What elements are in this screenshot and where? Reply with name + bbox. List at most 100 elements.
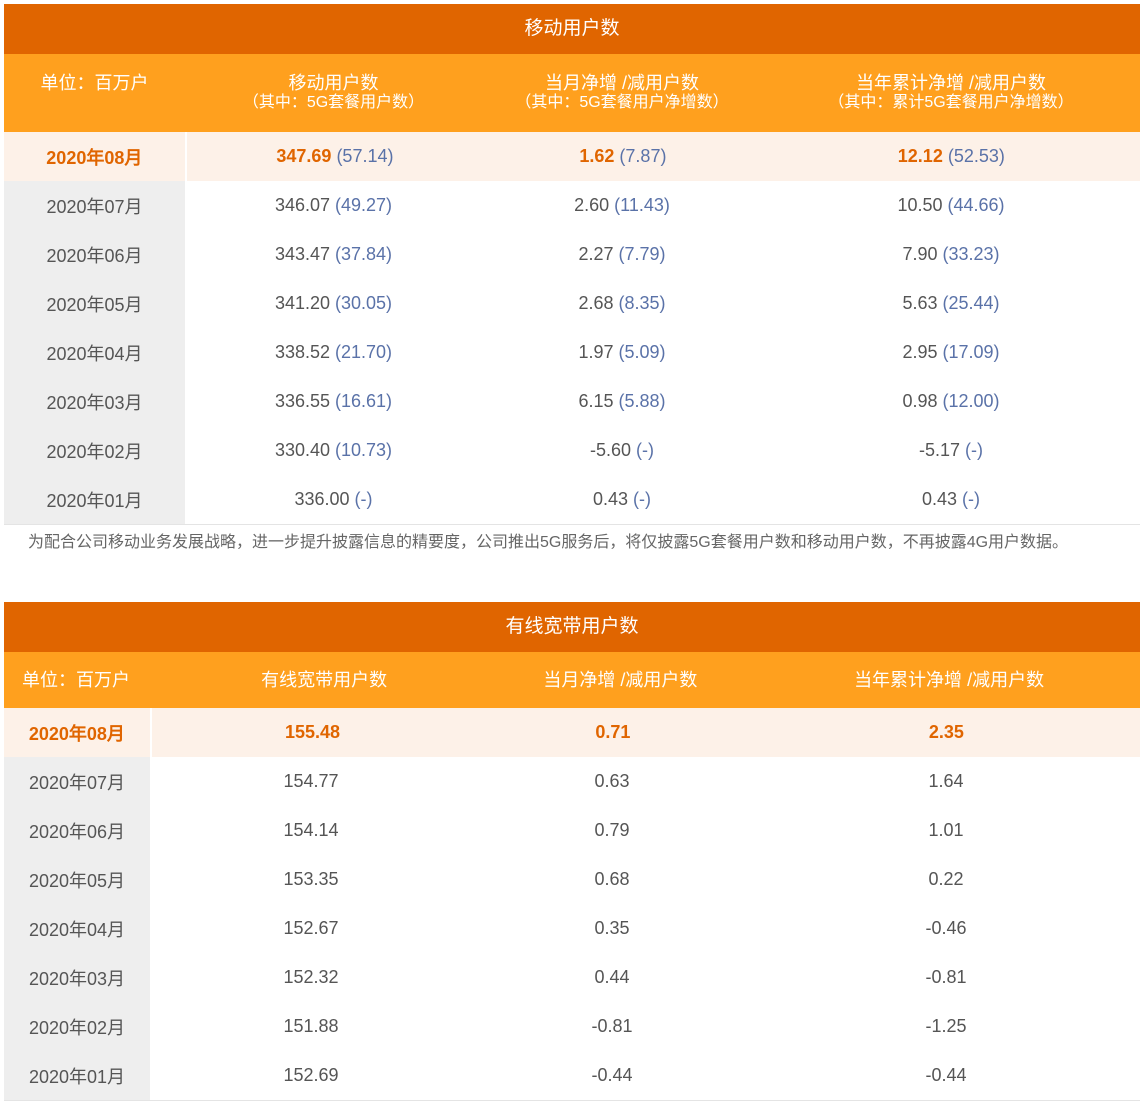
5g-value: (10.73) <box>335 440 393 460</box>
value-cell: -0.44 <box>472 1051 752 1100</box>
5g-value: (7.87) <box>619 146 667 166</box>
5g-value: (30.05) <box>335 293 393 313</box>
value-cell: 5.63 (25.44) <box>762 279 1140 328</box>
value-cell: 2.68 (8.35) <box>482 279 762 328</box>
main-value: 336.55 <box>274 391 330 411</box>
mobile-table-title: 移动用户数 <box>4 4 1140 54</box>
main-value: 1.64 <box>928 771 964 791</box>
main-value: -0.81 <box>591 1016 633 1036</box>
main-value: 343.47 <box>274 244 330 264</box>
value-cell: 336.00 (-) <box>185 475 482 524</box>
main-value: 0.22 <box>928 869 964 889</box>
value-cell: 7.90 (33.23) <box>762 230 1140 279</box>
5g-value: (33.23) <box>942 244 1000 264</box>
main-value: 152.69 <box>283 1065 339 1085</box>
main-value: 10.50 <box>897 195 943 215</box>
unit-label: 单位：百万户 <box>22 669 130 690</box>
mobile-table-body: 2020年08月 347.69 (57.14) 1.62 (7.87) 12.12 (52.… <box>4 132 1140 525</box>
main-value: 0.35 <box>594 918 630 938</box>
5g-value: (52.53) <box>947 146 1005 166</box>
month-cell: 2020年05月 <box>4 279 185 328</box>
disclosure-note: 为配合公司移动业务发展战略，进一步提升披露信息的精要度，公司推出5G服务后，将仅… <box>28 534 1069 551</box>
5g-value: (12.00) <box>942 391 1000 411</box>
table-row: 2020年04月 338.52 (21.70) 1.97 (5.09) 2.95 (17.0… <box>4 328 1140 377</box>
value-cell: 2.27 (7.79) <box>482 230 762 279</box>
5g-value: (-) <box>633 489 652 509</box>
month-cell: 2020年01月 <box>4 475 185 524</box>
month-cell: 2020年02月 <box>4 1002 150 1051</box>
5g-value: (16.61) <box>335 391 393 411</box>
unit-label: 单位：百万户 <box>40 72 149 93</box>
header-broadband-users: 有线宽带用户数 <box>261 669 388 690</box>
table-row: 2020年07月 346.07 (49.27) 2.60 (11.43) 10.50 (44… <box>4 181 1140 230</box>
main-value: 2.60 <box>574 195 610 215</box>
5g-value: (-) <box>636 440 654 460</box>
main-value: -1.25 <box>925 1016 967 1036</box>
broadband-table-title: 有线宽带用户数 <box>4 602 1140 652</box>
month-cell: 2020年06月 <box>4 806 150 855</box>
5g-value: (21.70) <box>335 342 393 362</box>
value-cell: 0.43 (-) <box>482 475 762 524</box>
table-row: 2020年06月 343.47 (37.84) 2.27 (7.79) 7.90 (33.2… <box>4 230 1140 279</box>
value-cell: 336.55 (16.61) <box>185 377 482 426</box>
value-cell: 10.50 (44.66) <box>762 181 1140 230</box>
month-cell: 2020年01月 <box>4 1051 150 1100</box>
value-cell: 154.77 <box>150 757 472 806</box>
table-row: 2020年06月 154.14 0.79 1.01 <box>4 806 1140 855</box>
main-value: -0.44 <box>925 1065 967 1085</box>
month-cell: 2020年06月 <box>4 230 185 279</box>
5g-value: (-) <box>962 489 981 509</box>
value-cell: -5.60 (-) <box>482 426 762 475</box>
value-cell: 0.35 <box>472 904 752 953</box>
5g-value: (17.09) <box>942 342 1000 362</box>
5g-value: (25.44) <box>942 293 1000 313</box>
5g-value: (57.14) <box>336 146 394 166</box>
main-value: 5.63 <box>902 293 938 313</box>
main-value: 12.12 <box>897 146 943 166</box>
header-mobile-users-sub: （其中：5G套餐用户数） <box>242 94 425 111</box>
value-cell: 152.67 <box>150 904 472 953</box>
5g-value: (5.09) <box>618 342 666 362</box>
value-cell: 0.68 <box>472 855 752 904</box>
main-value: 1.97 <box>578 342 614 362</box>
5g-value: (7.79) <box>618 244 666 264</box>
main-value: 154.77 <box>283 771 339 791</box>
main-value: 152.32 <box>283 967 339 987</box>
month-cell: 2020年04月 <box>4 328 185 377</box>
table-row: 2020年08月 155.48 0.71 2.35 <box>4 708 1140 757</box>
header-ytd-net-sub: （其中：累计5G套餐用户净增数） <box>828 94 1074 111</box>
value-cell: 0.22 <box>752 855 1140 904</box>
table-row: 2020年02月 330.40 (10.73) -5.60 (-) -5.17 (-) <box>4 426 1140 475</box>
month-cell: 2020年04月 <box>4 904 150 953</box>
5g-value: (49.27) <box>335 195 393 215</box>
header-mobile-users-label: 移动用户数 <box>288 73 379 93</box>
table-row: 2020年07月 154.77 0.63 1.64 <box>4 757 1140 806</box>
month-cell: 2020年08月 <box>4 708 152 757</box>
month-cell: 2020年02月 <box>4 426 185 475</box>
main-value: 154.14 <box>283 820 339 840</box>
value-cell: -5.17 (-) <box>762 426 1140 475</box>
broadband-table-body: 2020年08月 155.48 0.71 2.35 2020年07月 154.77 0.63… <box>4 708 1140 1101</box>
header-ytd-net: 当年累计净增 /减用户数 （其中：累计5G套餐用户净增数） <box>762 74 1140 112</box>
5g-value: (8.35) <box>618 293 666 313</box>
value-cell: 347.69 (57.14) <box>187 132 483 181</box>
month-cell: 2020年07月 <box>4 181 185 230</box>
value-cell: 2.60 (11.43) <box>482 181 762 230</box>
mobile-subscribers-table: 移动用户数 单位：百万户 移动用户数 （其中：5G套餐用户数） 当月净增 /减用… <box>4 4 1140 525</box>
value-cell: 338.52 (21.70) <box>185 328 482 377</box>
broadband-table-header: 单位：百万户 有线宽带用户数 当月净增 /减用户数 当年累计净增 /减用户数 <box>4 652 1140 708</box>
value-cell: 152.32 <box>150 953 472 1002</box>
table-row: 2020年04月 152.67 0.35 -0.46 <box>4 904 1140 953</box>
main-value: -5.17 <box>918 440 961 460</box>
main-value: 2.35 <box>928 722 964 742</box>
main-value: 7.90 <box>902 244 938 264</box>
main-value: 1.01 <box>928 820 964 840</box>
5g-value: (-) <box>354 489 373 509</box>
value-cell: 0.43 (-) <box>762 475 1140 524</box>
header-monthly-net-label: 当月净增 /减用户数 <box>544 73 699 93</box>
main-value: 155.48 <box>284 722 340 742</box>
main-value: -5.60 <box>589 440 632 460</box>
value-cell: 346.07 (49.27) <box>185 181 482 230</box>
table-row: 2020年03月 152.32 0.44 -0.81 <box>4 953 1140 1002</box>
header-mobile-users: 移动用户数 （其中：5G套餐用户数） <box>185 74 482 112</box>
